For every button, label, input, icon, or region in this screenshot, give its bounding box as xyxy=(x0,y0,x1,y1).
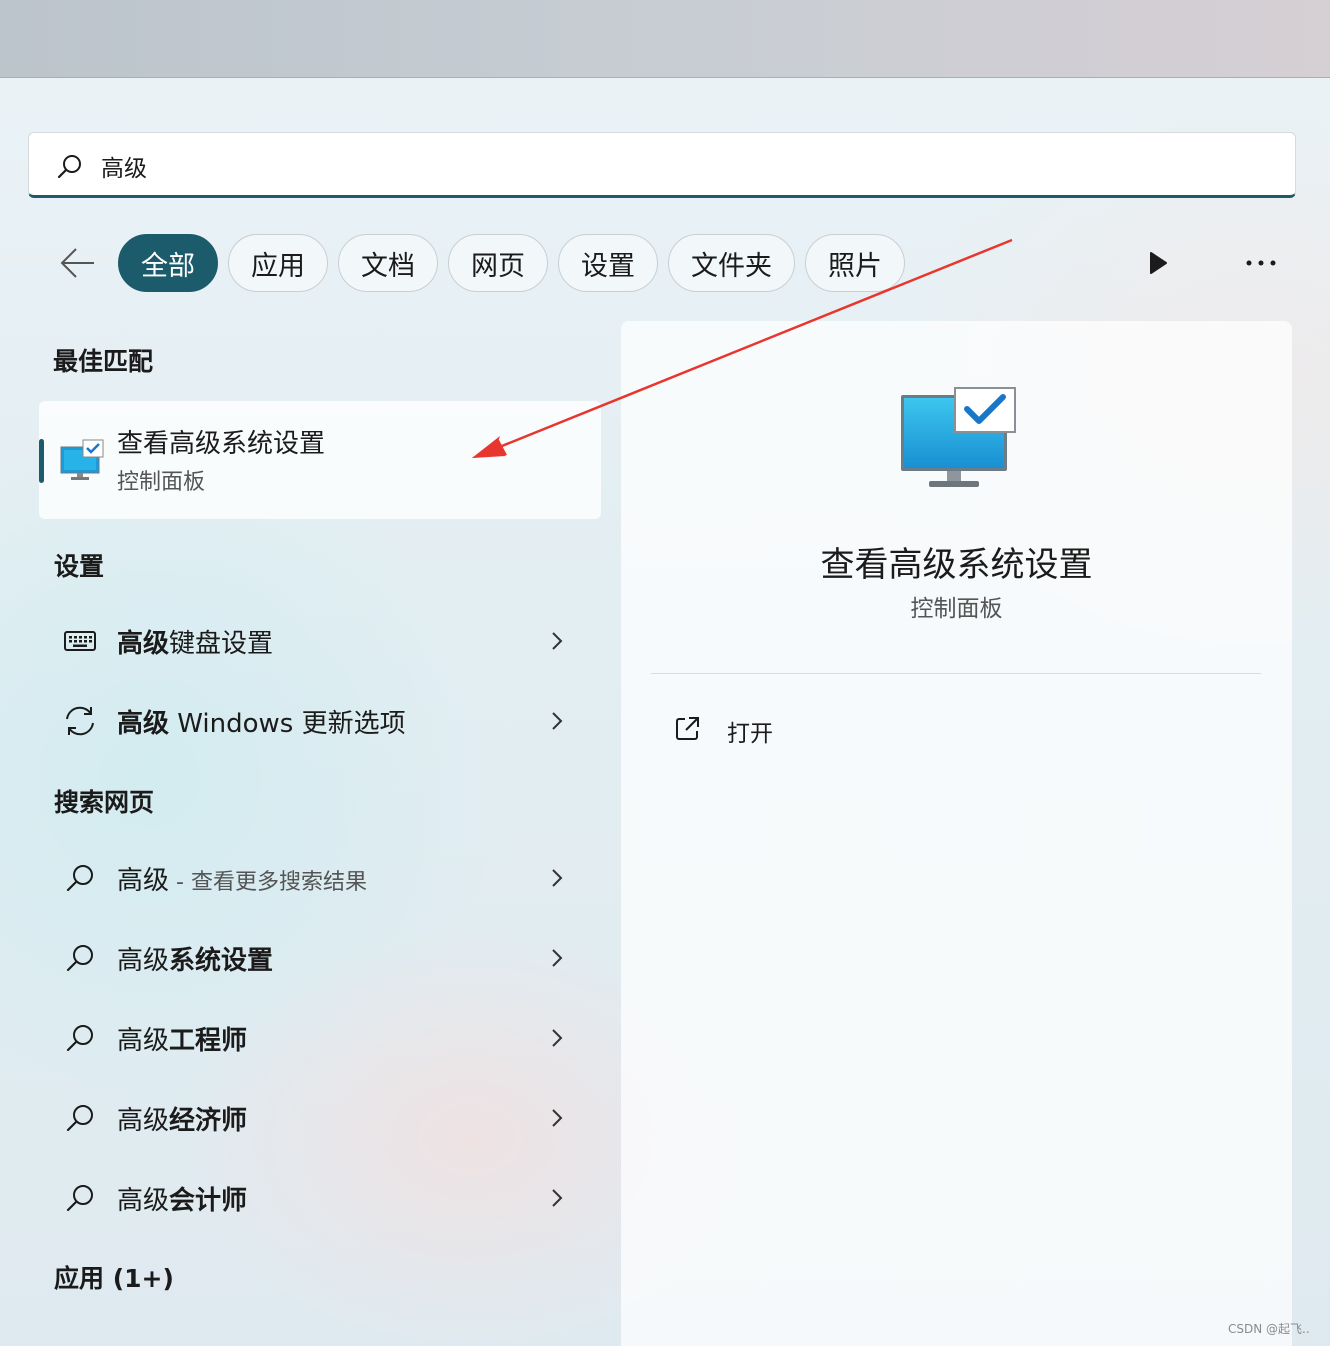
tab-folders[interactable]: 文件夹 xyxy=(668,234,795,292)
chevron-right-icon xyxy=(552,1189,563,1207)
selection-indicator xyxy=(39,439,44,483)
filter-tabs: 全部 应用 文档 网页 设置 文件夹 照片 xyxy=(118,234,905,294)
web-item[interactable]: 高级系统设置 xyxy=(39,923,599,993)
open-action-label: 打开 xyxy=(727,721,773,747)
chevron-right-icon xyxy=(552,1109,563,1127)
sync-icon xyxy=(66,706,94,736)
section-best-match: 最佳匹配 xyxy=(53,347,154,376)
more-options-icon[interactable] xyxy=(1244,254,1278,272)
web-item[interactable]: 高级工程师 xyxy=(39,1003,599,1073)
web-item[interactable]: 高级会计师 xyxy=(39,1163,599,1233)
tab-photos[interactable]: 照片 xyxy=(805,234,905,292)
web-item[interactable]: 高级经济师 xyxy=(39,1083,599,1153)
tab-apps[interactable]: 应用 xyxy=(228,234,328,292)
search-input[interactable] xyxy=(99,145,1253,187)
back-arrow-icon[interactable] xyxy=(58,245,98,281)
tab-settings[interactable]: 设置 xyxy=(558,234,658,292)
search-icon xyxy=(66,1105,93,1132)
details-title: 查看高级系统设置 xyxy=(820,545,1093,585)
watermark: CSDN @起飞.. xyxy=(1228,1322,1310,1336)
search-icon xyxy=(57,155,81,179)
chevron-right-icon xyxy=(552,1029,563,1047)
open-external-icon xyxy=(676,717,699,740)
search-icon xyxy=(66,1025,93,1052)
system-properties-icon xyxy=(60,439,104,480)
details-pane: 查看高级系统设置 控制面板 打开 xyxy=(621,321,1292,1346)
chevron-right-icon xyxy=(552,869,563,887)
web-item-label: 高级系统设置 xyxy=(117,946,274,976)
open-action[interactable]: 打开 xyxy=(661,705,961,755)
settings-item-windows-update[interactable]: 高级 Windows 更新选项 xyxy=(39,686,599,756)
tab-web[interactable]: 网页 xyxy=(448,234,548,292)
section-settings: 设置 xyxy=(54,552,105,581)
best-match-title: 查看高级系统设置 xyxy=(117,429,326,459)
settings-item-label: 高级 Windows 更新选项 xyxy=(117,709,406,739)
web-item-label: 高级经济师 xyxy=(117,1106,248,1136)
keyboard-icon xyxy=(64,631,96,651)
tab-all[interactable]: 全部 xyxy=(118,234,218,292)
search-icon xyxy=(66,945,93,972)
settings-item-label: 高级键盘设置 xyxy=(117,629,274,659)
search-icon xyxy=(66,865,93,892)
web-item[interactable]: 高级 - 查看更多搜索结果 xyxy=(39,843,599,913)
system-properties-icon xyxy=(901,387,1016,487)
search-box[interactable] xyxy=(28,132,1296,198)
chevron-right-icon xyxy=(552,632,563,650)
details-subtitle: 控制面板 xyxy=(910,596,1003,622)
search-icon xyxy=(66,1185,93,1212)
chevron-right-icon xyxy=(552,712,563,730)
section-apps[interactable]: 应用 (1+) xyxy=(54,1259,174,1295)
web-item-label: 高级会计师 xyxy=(117,1186,248,1216)
divider xyxy=(651,673,1261,674)
best-match-subtitle: 控制面板 xyxy=(117,470,206,495)
settings-item-keyboard[interactable]: 高级键盘设置 xyxy=(39,606,599,676)
play-icon[interactable] xyxy=(1146,250,1170,276)
web-item-label: 高级工程师 xyxy=(117,1026,248,1056)
web-item-label: 高级 - 查看更多搜索结果 xyxy=(117,866,367,896)
best-match-result[interactable]: 查看高级系统设置 控制面板 xyxy=(39,401,601,519)
top-strip xyxy=(0,0,1330,78)
tab-documents[interactable]: 文档 xyxy=(338,234,438,292)
section-search-web: 搜索网页 xyxy=(54,788,155,817)
chevron-right-icon xyxy=(552,949,563,967)
